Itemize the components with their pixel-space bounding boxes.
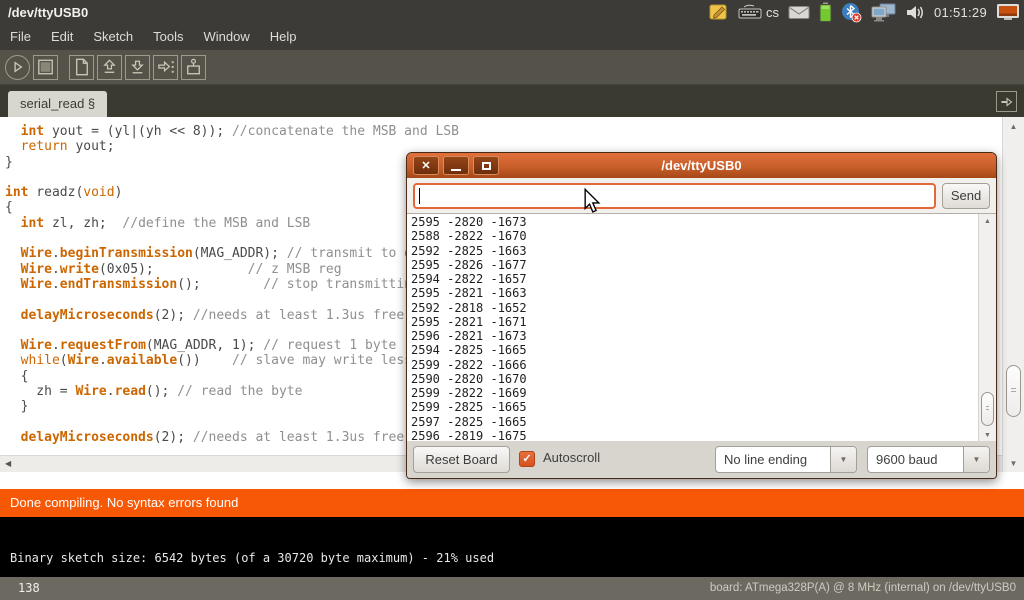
autoscroll-label: Autoscroll bbox=[543, 450, 600, 465]
maximize-icon bbox=[482, 162, 491, 170]
menu-item-sketch[interactable]: Sketch bbox=[83, 24, 143, 50]
menu-item-window[interactable]: Window bbox=[193, 24, 259, 50]
serial-controls: Reset Board ✓ Autoscroll No line ending … bbox=[407, 441, 996, 478]
serial-output-line: 2595 -2820 -1673 bbox=[411, 215, 527, 229]
check-icon: ✓ bbox=[522, 453, 531, 465]
serial-output-line: 2599 -2822 -1666 bbox=[411, 358, 527, 372]
tab-menu-button[interactable] bbox=[996, 91, 1017, 112]
chevron-down-icon[interactable]: ▼ bbox=[830, 447, 856, 472]
serial-monitor-titlebar[interactable]: /dev/ttyUSB0 ✕ bbox=[407, 153, 996, 178]
chevron-down-icon[interactable]: ▼ bbox=[963, 447, 989, 472]
serial-output-line: 2594 -2825 -1665 bbox=[411, 343, 527, 357]
mail-icon[interactable] bbox=[788, 5, 810, 20]
board-info: board: ATmega328P(A) @ 8 MHz (internal) … bbox=[710, 577, 1016, 600]
network-icon[interactable] bbox=[871, 3, 897, 22]
baud-rate-value: 9600 baud bbox=[868, 447, 963, 472]
keyboard-layout-label[interactable]: cs bbox=[766, 5, 779, 20]
maximize-button[interactable] bbox=[473, 156, 499, 175]
stop-button[interactable] bbox=[33, 55, 58, 80]
battery-icon[interactable] bbox=[819, 2, 832, 22]
menu-item-edit[interactable]: Edit bbox=[41, 24, 83, 50]
serial-output-line: 2597 -2825 -1665 bbox=[411, 415, 527, 429]
save-button[interactable] bbox=[125, 55, 150, 80]
mouse-cursor bbox=[583, 188, 601, 219]
reset-board-button[interactable]: Reset Board bbox=[413, 446, 510, 473]
baud-rate-dropdown[interactable]: 9600 baud ▼ bbox=[867, 446, 990, 473]
volume-icon[interactable] bbox=[906, 4, 925, 21]
serial-output[interactable]: 2595 -2820 -16732588 -2822 -16702592 -28… bbox=[407, 213, 996, 443]
menu-item-tools[interactable]: Tools bbox=[143, 24, 193, 50]
serial-output-line: 2594 -2822 -1657 bbox=[411, 272, 527, 286]
serial-monitor-window: /dev/ttyUSB0 ✕ Send 2595 -2820 -16732588… bbox=[406, 152, 997, 479]
open-button[interactable] bbox=[97, 55, 122, 80]
scroll-up-icon[interactable]: ▲ bbox=[979, 218, 996, 225]
close-button[interactable]: ✕ bbox=[413, 156, 439, 175]
line-ending-dropdown[interactable]: No line ending ▼ bbox=[715, 446, 857, 473]
bluetooth-icon[interactable] bbox=[841, 2, 862, 23]
editor-scrollbar-thumb[interactable] bbox=[1006, 365, 1021, 417]
text-caret bbox=[419, 188, 420, 204]
serial-output-line: 2588 -2822 -1670 bbox=[411, 229, 527, 243]
clock[interactable]: 01:51:29 bbox=[934, 5, 987, 20]
system-tray: cs 01:51:29 bbox=[709, 0, 1020, 24]
scroll-down-icon[interactable]: ▼ bbox=[1003, 459, 1024, 468]
tab-bar: serial_read § bbox=[0, 85, 1024, 117]
editor-vertical-scrollbar[interactable]: ▲ ▼ bbox=[1002, 117, 1024, 472]
serial-output-line: 2595 -2826 -1677 bbox=[411, 258, 527, 272]
serial-monitor-button[interactable] bbox=[181, 55, 206, 80]
editor-toolbar bbox=[0, 50, 1024, 85]
serial-output-line: 2592 -2818 -1652 bbox=[411, 301, 527, 315]
arduino-ide-screen: { "window": { "title": "/dev/ttyUSB0" },… bbox=[0, 0, 1024, 600]
serial-output-line: 2590 -2820 -1670 bbox=[411, 372, 527, 386]
serial-output-line: 2595 -2821 -1663 bbox=[411, 286, 527, 300]
note-icon[interactable] bbox=[709, 3, 729, 21]
window-title: /dev/ttyUSB0 bbox=[0, 5, 88, 20]
serial-output-line: 2599 -2822 -1669 bbox=[411, 386, 527, 400]
footer-bar: 138 board: ATmega328P(A) @ 8 MHz (intern… bbox=[0, 577, 1024, 600]
system-panel: /dev/ttyUSB0 cs 01:5 bbox=[0, 0, 1024, 24]
scroll-down-icon[interactable]: ▼ bbox=[979, 432, 996, 439]
scroll-left-icon[interactable]: ◀ bbox=[5, 456, 11, 472]
autoscroll-checkbox[interactable]: ✓ bbox=[519, 451, 535, 467]
minimize-button[interactable] bbox=[443, 156, 469, 175]
console-output: Binary sketch size: 6542 bytes (of a 307… bbox=[10, 551, 494, 565]
serial-scrollbar-thumb[interactable] bbox=[981, 392, 994, 426]
verify-button[interactable] bbox=[5, 55, 30, 80]
new-sketch-button[interactable] bbox=[69, 55, 94, 80]
upload-button[interactable] bbox=[153, 55, 178, 80]
code-line: int yout = (yl|(yh << 8)); //concatenate… bbox=[5, 124, 1000, 139]
menu-item-help[interactable]: Help bbox=[260, 24, 307, 50]
scroll-up-icon[interactable]: ▲ bbox=[1003, 122, 1024, 131]
serial-input[interactable] bbox=[413, 183, 936, 209]
line-number: 138 bbox=[18, 577, 40, 600]
serial-output-line: 2596 -2821 -1673 bbox=[411, 329, 527, 343]
serial-output-line: 2595 -2821 -1671 bbox=[411, 315, 527, 329]
send-button[interactable]: Send bbox=[942, 183, 990, 209]
serial-output-line: 2599 -2825 -1665 bbox=[411, 400, 527, 414]
close-icon: ✕ bbox=[421, 159, 430, 172]
session-icon[interactable] bbox=[996, 3, 1020, 22]
build-console: Binary sketch size: 6542 bytes (of a 307… bbox=[0, 517, 1024, 577]
minimize-icon bbox=[451, 169, 461, 171]
status-bar: Done compiling. No syntax errors found bbox=[0, 489, 1024, 517]
menu-bar: FileEditSketchToolsWindowHelp bbox=[0, 24, 1024, 50]
serial-output-line: 2592 -2825 -1663 bbox=[411, 244, 527, 258]
tab-serial-read[interactable]: serial_read § bbox=[8, 91, 107, 117]
menu-item-file[interactable]: File bbox=[0, 24, 41, 50]
serial-input-row: Send bbox=[407, 178, 996, 213]
line-ending-value: No line ending bbox=[716, 447, 830, 472]
serial-scrollbar[interactable]: ▲ ▼ bbox=[978, 214, 996, 442]
keyboard-icon[interactable]: cs bbox=[738, 4, 779, 20]
serial-output-lines: 2595 -2820 -16732588 -2822 -16702592 -28… bbox=[411, 215, 527, 443]
